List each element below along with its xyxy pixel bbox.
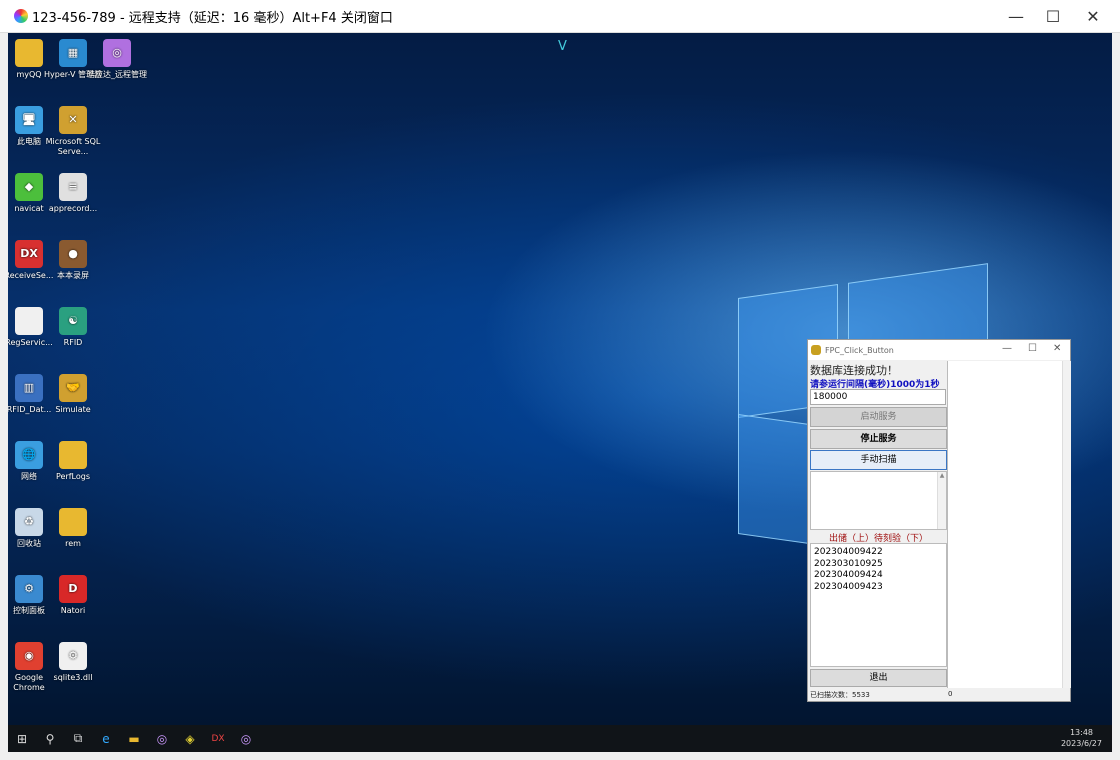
list-item[interactable]: 202304009422 [814,547,946,559]
desktop-icon-label: Microsoft SQL Serve... [45,137,101,156]
network-icon: 🌐 [15,441,43,469]
taskbar: ⊞ ⚲ ⧉ e ▬ ◎ ◈ DX ◎ 13:48 2023/6/27 [8,725,1112,752]
minimize-button[interactable]: — [996,0,1036,33]
remote-toolbar-toggle[interactable]: V [558,39,567,54]
log-textbox[interactable]: ▲ [810,471,947,530]
app-icon [811,345,821,355]
app-minimize-button[interactable]: — [1002,343,1012,354]
list-item[interactable]: 202303010925 [814,559,946,571]
right-status-label: 0 [948,690,953,698]
desktop-icon-label: 皓应达_远程管理 [87,70,147,79]
remote-support-icon: ◎ [103,39,131,67]
desktop-icon[interactable]: ◎ 皓应达_远程管理 [86,39,148,80]
dx-taskbar-icon[interactable]: DX [204,725,232,752]
desktop-icon-label: Simulate [55,405,91,414]
desktop-icon[interactable]: ☯ RFID [42,307,104,348]
desktop-icon-label: PerfLogs [55,472,91,481]
chrome-icon: ◉ [15,642,43,670]
list-item[interactable]: 202304009423 [814,582,946,594]
hyperv-icon: ▦ [59,39,87,67]
desktop-icon[interactable]: ✕ Microsoft SQL Serve... [42,106,104,157]
maximize-button[interactable]: ☐ [1033,0,1073,33]
remote-support-logo-icon [14,9,28,23]
app-maximize-button[interactable]: ☐ [1028,343,1037,354]
right-panel [947,361,1071,688]
app-title: FPC_Click_Button [825,345,894,355]
app-title-bar: FPC_Click_Button — ☐ ✕ [808,340,1070,360]
start-service-button[interactable]: 启动服务 [810,407,947,427]
natori-icon: D [59,575,87,603]
computer-icon: 🖥 [15,106,43,134]
file-explorer-icon[interactable]: ▬ [120,725,148,752]
db-status-label: 数据库连接成功！ [810,364,898,377]
system-clock[interactable]: 13:48 2023/6/27 [1061,727,1102,749]
dx-icon: DX [15,240,43,268]
desktop-icon-label: apprecord... [48,204,98,213]
rfid-icon: ☯ [59,307,87,335]
folder-icon [15,39,43,67]
desktop-icon[interactable]: ≡ apprecord... [42,173,104,214]
desktop-icon-label: rem [65,539,81,548]
desktop-icon[interactable]: rem [42,508,104,549]
exit-button[interactable]: 退出 [810,669,947,687]
remote-window-title: 123-456-789 - 远程支持（延迟：16 毫秒）Alt+F4 关闭窗口 [32,10,393,26]
log-scrollbar[interactable]: ▲ [937,472,946,529]
desktop-icon-label: sqlite3.dll [53,673,93,682]
scan-count-label: 已扫描次数：5533 [810,691,870,699]
close-button[interactable]: ✕ [1073,0,1113,33]
sql-server-icon: ✕ [59,106,87,134]
task-view-icon[interactable]: ⧉ [64,725,92,752]
dll-icon: ⚙ [59,642,87,670]
document-icon: ≡ [59,173,87,201]
pending-list[interactable]: 202304009422 202303010925 202304009424 2… [810,543,947,667]
rfid-data-icon: ▥ [15,374,43,402]
folder-icon [59,508,87,536]
interval-input[interactable] [810,389,946,405]
remote-support-taskbar-icon[interactable]: ◎ [148,725,176,752]
search-icon[interactable]: ⚲ [36,725,64,752]
navicat-icon: ◆ [15,173,43,201]
list-item[interactable]: 202304009424 [814,570,946,582]
desktop-icon-label: RFID [63,338,83,347]
edge-icon[interactable]: e [92,725,120,752]
remote-title-bar: 123-456-789 - 远程支持（延迟：16 毫秒）Alt+F4 关闭窗口 … [0,0,1120,33]
start-button[interactable]: ⊞ [8,725,36,752]
desktop-icon-label: Natori [60,606,86,615]
clock-date: 2023/6/27 [1060,739,1102,748]
desktop: V myQQ ▦ Hyper-V 管理器 ◎ 皓应达_远程管理 🖥 此电脑 ✕ Microsof… [8,33,1112,725]
fpc-app-taskbar-icon[interactable]: ◈ [176,725,204,752]
desktop-icon[interactable]: 🤝 Simulate [42,374,104,415]
recorder-icon: ● [59,240,87,268]
clock-time: 13:48 [1069,728,1094,737]
manual-scan-button[interactable]: 手动扫描 [810,450,947,470]
desktop-icon[interactable]: ● 本本录屏 [42,240,104,281]
recycle-bin-icon: ♻ [15,508,43,536]
app-close-button[interactable]: ✕ [1053,343,1061,354]
desktop-icon[interactable]: ⚙ sqlite3.dll [42,642,104,683]
right-scrollbar[interactable] [1062,361,1071,688]
folder-icon [59,441,87,469]
desktop-icon-label: 本本录屏 [57,271,89,280]
stop-service-button[interactable]: 停止服务 [810,429,947,449]
control-panel-icon: ⚙ [15,575,43,603]
file-icon [15,307,43,335]
handshake-icon: 🤝 [59,374,87,402]
remote-window: 123-456-789 - 远程支持（延迟：16 毫秒）Alt+F4 关闭窗口 … [0,0,1120,760]
remote-app-taskbar-icon[interactable]: ◎ [232,725,260,752]
desktop-icon[interactable]: D Natori [42,575,104,616]
fpc-click-button-window: FPC_Click_Button — ☐ ✕ 数据库连接成功！ 请参运行间隔(毫… [807,339,1071,702]
desktop-icon[interactable]: PerfLogs [42,441,104,482]
